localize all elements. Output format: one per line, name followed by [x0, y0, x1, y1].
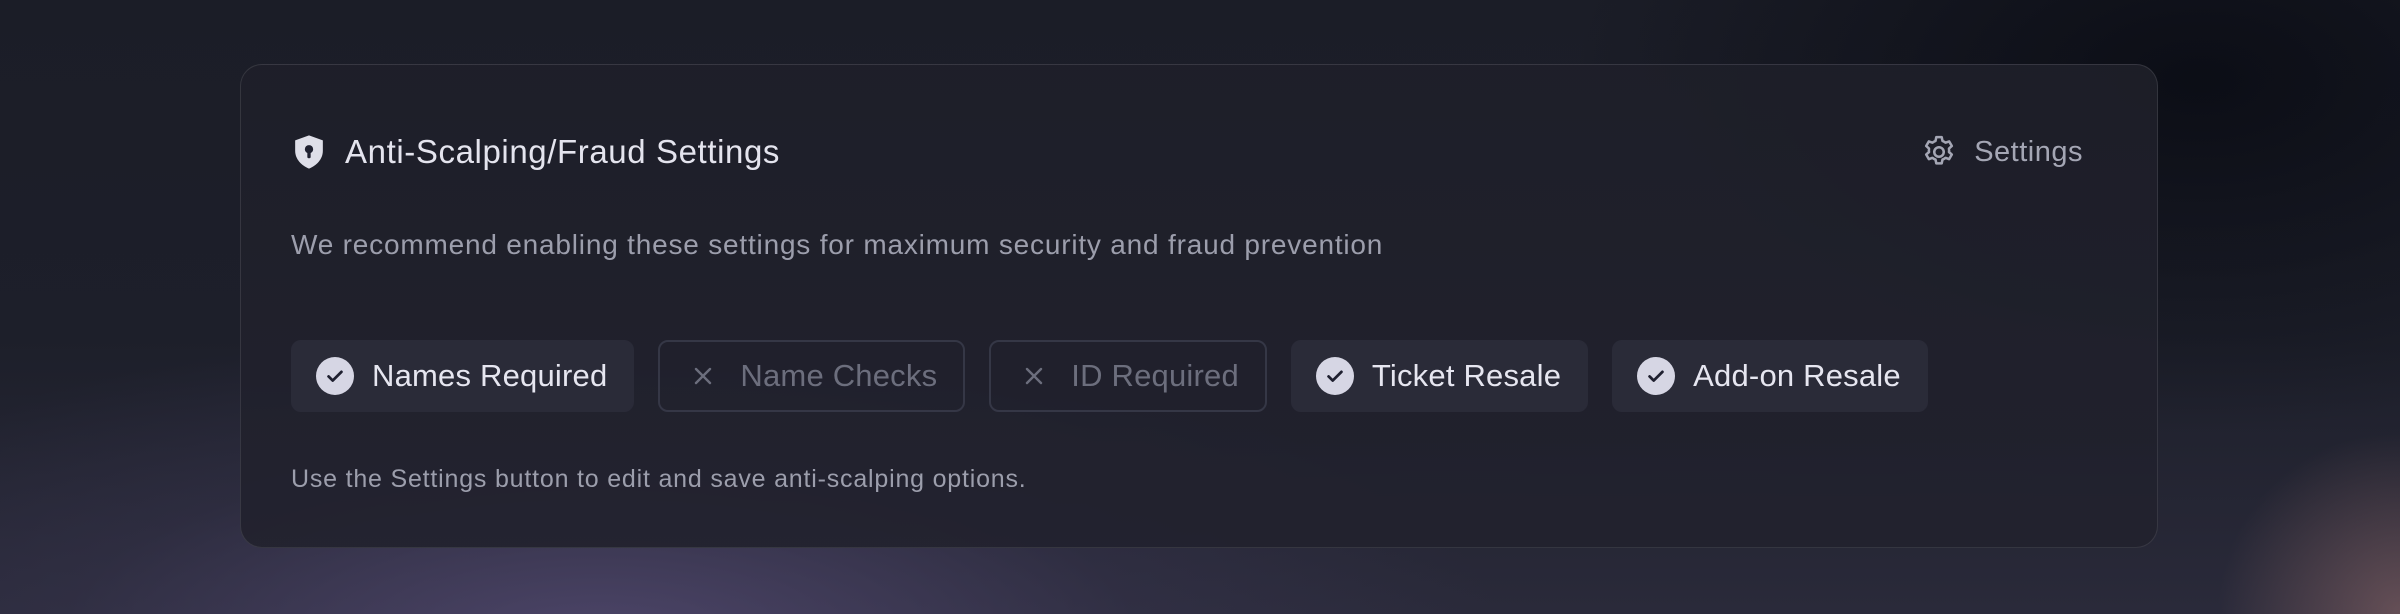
settings-button[interactable]: Settings [1910, 127, 2109, 177]
anti-scalping-settings-card: Anti-Scalping/Fraud Settings Settings We… [240, 64, 2158, 548]
x-icon [684, 357, 722, 395]
option-names-required[interactable]: Names Required [291, 340, 635, 412]
option-chips: Names Required Name Checks ID Required T… [291, 340, 1928, 412]
settings-button-label: Settings [1974, 135, 2083, 168]
option-addon-resale[interactable]: Add-on Resale [1612, 340, 1928, 412]
option-id-required[interactable]: ID Required [989, 340, 1267, 412]
option-label: Name Checks [740, 358, 938, 393]
footnote-text: Use the Settings button to edit and save… [291, 465, 1027, 493]
option-label: Add-on Resale [1693, 358, 1901, 393]
check-circle-icon [1315, 357, 1354, 395]
option-ticket-resale[interactable]: Ticket Resale [1290, 340, 1589, 412]
option-label: Ticket Resale [1371, 358, 1562, 393]
check-circle-icon [1637, 357, 1676, 395]
option-label: Names Required [372, 358, 608, 393]
x-icon [1015, 357, 1053, 395]
recommendation-text: We recommend enabling these settings for… [291, 229, 1384, 260]
gear-icon [1920, 133, 1958, 171]
card-title: Anti-Scalping/Fraud Settings [345, 133, 781, 170]
check-circle-icon [316, 357, 354, 395]
option-name-checks[interactable]: Name Checks [658, 340, 966, 412]
shield-lock-icon [291, 134, 327, 170]
card-header: Anti-Scalping/Fraud Settings Settings [291, 127, 2109, 177]
title-wrap: Anti-Scalping/Fraud Settings [291, 133, 780, 171]
option-label: ID Required [1071, 358, 1239, 393]
